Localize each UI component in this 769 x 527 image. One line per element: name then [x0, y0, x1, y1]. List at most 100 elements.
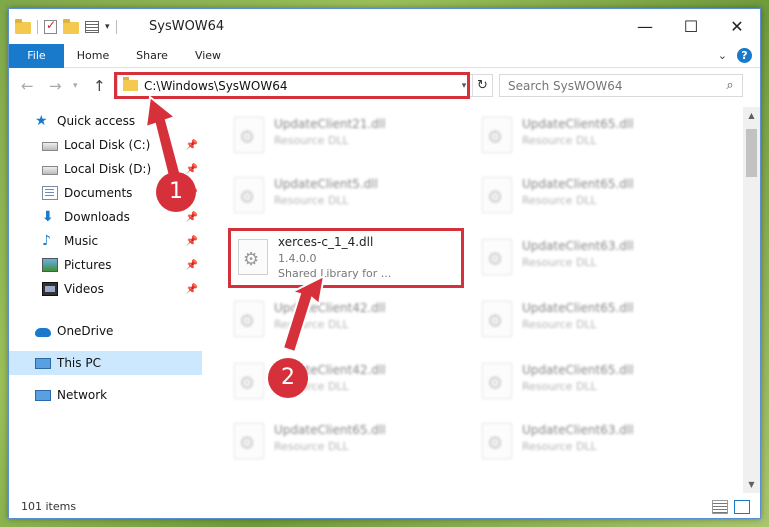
large-icons-view-icon[interactable]	[734, 500, 750, 514]
file-name: UpdateClient63.dll	[522, 423, 634, 437]
pin-icon[interactable]: 📌	[186, 260, 198, 271]
search-input[interactable]	[508, 78, 718, 93]
sidebar-item-label: Music	[64, 234, 99, 248]
tab-home[interactable]: Home	[71, 44, 115, 68]
vertical-scrollbar[interactable]: ▲ ▼	[743, 107, 760, 493]
search-icon[interactable]: ⌕	[718, 78, 742, 93]
sidebar-item-music[interactable]: ♪ Music 📌	[9, 229, 202, 253]
back-arrow-icon[interactable]: ←	[21, 77, 34, 95]
address-dropdown-icon[interactable]: ▾	[456, 81, 472, 91]
file-description: Resource DLL	[522, 440, 597, 453]
file-description: Resource DLL	[522, 194, 597, 207]
forward-arrow-icon[interactable]: →	[49, 77, 62, 95]
sidebar-item-local-disk-c[interactable]: Local Disk (C:) 📌	[9, 133, 202, 157]
step-1-badge: 1	[156, 172, 196, 212]
close-button[interactable]: ✕	[714, 9, 760, 44]
dll-file-icon	[482, 363, 512, 399]
pin-icon[interactable]: 📌	[186, 284, 198, 295]
file-tile[interactable]: UpdateClient21.dll Resource DLL	[224, 111, 454, 167]
sidebar-item-label: Downloads	[64, 210, 130, 224]
sidebar-item-videos[interactable]: Videos 📌	[9, 277, 202, 301]
file-name: xerces-c_1_4.dll	[278, 235, 374, 249]
file-description: Resource DLL	[522, 134, 597, 147]
dll-file-icon	[234, 177, 264, 213]
downloads-icon: ⬇	[42, 209, 54, 225]
drive-icon	[42, 166, 58, 175]
sidebar-item-label: Local Disk (D:)	[64, 162, 152, 176]
address-bar[interactable]: C:\Windows\SysWOW64 ▾ ↻	[117, 74, 493, 97]
quick-access-toolbar: ▾	[15, 18, 117, 36]
new-folder-icon[interactable]	[63, 19, 79, 34]
sidebar-item-label: Documents	[64, 186, 133, 200]
sidebar-item-label: Quick access	[57, 114, 136, 128]
pin-icon[interactable]: 📌	[186, 140, 198, 151]
file-tile[interactable]: UpdateClient63.dll Resource DLL	[472, 233, 702, 289]
drive-icon	[42, 142, 58, 151]
status-bar: 101 items	[9, 496, 760, 518]
sidebar-item-network[interactable]: Network	[9, 383, 202, 407]
maximize-button[interactable]: ☐	[668, 9, 714, 44]
pin-icon[interactable]: 📌	[186, 212, 198, 223]
refresh-icon[interactable]: ↻	[472, 75, 492, 96]
onedrive-icon	[35, 328, 51, 337]
scroll-thumb[interactable]	[746, 129, 757, 177]
help-icon[interactable]: ?	[737, 48, 752, 63]
sidebar-item-this-pc[interactable]: This PC	[9, 351, 202, 375]
file-tile[interactable]: UpdateClient65.dll Resource DLL	[472, 171, 702, 227]
file-description: Resource DLL	[522, 380, 597, 393]
sidebar-item-onedrive[interactable]: OneDrive	[9, 319, 202, 343]
recent-locations-icon[interactable]: ▾	[73, 81, 78, 91]
dll-file-icon	[234, 117, 264, 153]
file-tile[interactable]: UpdateClient63.dll Resource DLL	[472, 417, 702, 473]
customize-dropdown-icon[interactable]: ▾	[105, 22, 110, 32]
file-name: UpdateClient65.dll	[522, 363, 634, 377]
sidebar-item-quick-access[interactable]: ★ Quick access	[9, 109, 202, 133]
search-box[interactable]: ⌕	[499, 74, 743, 97]
details-view-icon[interactable]	[712, 500, 728, 514]
file-description: Shared Library for ...	[278, 267, 392, 280]
file-tile[interactable]: UpdateClient42.dllResource DLL	[224, 357, 454, 413]
sidebar-item-pictures[interactable]: Pictures 📌	[9, 253, 202, 277]
music-icon: ♪	[42, 233, 51, 249]
file-tile[interactable]: UpdateClient65.dll Resource DLL	[472, 357, 702, 413]
file-tile[interactable]: UpdateClient5.dll Resource DLL	[224, 171, 454, 227]
expand-ribbon-icon[interactable]: ⌄	[718, 49, 727, 62]
file-tile[interactable]: UpdateClient65.dll Resource DLL	[472, 111, 702, 167]
file-description: Resource DLL	[522, 318, 597, 331]
file-list: UpdateClient21.dll Resource DLL UpdateCli…	[204, 107, 742, 493]
minimize-button[interactable]: —	[622, 9, 668, 44]
properties-check-icon[interactable]	[44, 18, 57, 34]
file-description: Resource DLL	[274, 134, 349, 147]
file-name: UpdateClient65.dll	[522, 117, 634, 131]
pin-icon[interactable]: 📌	[186, 236, 198, 247]
tab-view[interactable]: View	[187, 44, 229, 68]
tab-share[interactable]: Share	[127, 44, 177, 68]
file-name: UpdateClient21.dll	[274, 117, 386, 131]
window-controls: — ☐ ✕	[622, 9, 760, 44]
file-name: UpdateClient63.dll	[522, 239, 634, 253]
file-tile[interactable]: UpdateClient42.dllResource DLL	[224, 295, 454, 351]
properties-icon[interactable]	[85, 21, 99, 33]
file-tile-xerces[interactable]: xerces-c_1_4.dll 1.4.0.0 Shared Library …	[228, 233, 458, 289]
dll-file-icon	[234, 301, 264, 337]
file-description: Resource DLL	[274, 440, 349, 453]
file-name: UpdateClient65.dll	[522, 177, 634, 191]
file-tile[interactable]: UpdateClient65.dll Resource DLL	[472, 295, 702, 351]
scroll-up-icon[interactable]: ▲	[743, 107, 760, 124]
sidebar-item-label: Network	[57, 388, 108, 402]
window-title: SysWOW64	[149, 19, 225, 34]
file-description: Resource DLL	[522, 256, 597, 269]
toolbar-divider	[115, 20, 117, 34]
pin-icon[interactable]: 📌	[186, 164, 198, 175]
tab-file[interactable]: File	[9, 44, 64, 68]
file-description: Resource DLL	[274, 318, 349, 331]
dll-file-icon	[482, 301, 512, 337]
file-tile[interactable]: UpdateClient65.dll Resource DLL	[224, 417, 454, 473]
scroll-down-icon[interactable]: ▼	[743, 476, 760, 493]
up-arrow-icon[interactable]: ↑	[93, 77, 106, 95]
navigation-bar: ← → ▾ ↑ C:\Windows\SysWOW64 ▾ ↻ ⌕	[9, 69, 760, 103]
sidebar-item-label: OneDrive	[57, 324, 114, 338]
address-path[interactable]: C:\Windows\SysWOW64	[144, 79, 456, 93]
view-switcher	[712, 500, 750, 514]
ribbon-right-controls: ⌄ ?	[718, 48, 752, 63]
